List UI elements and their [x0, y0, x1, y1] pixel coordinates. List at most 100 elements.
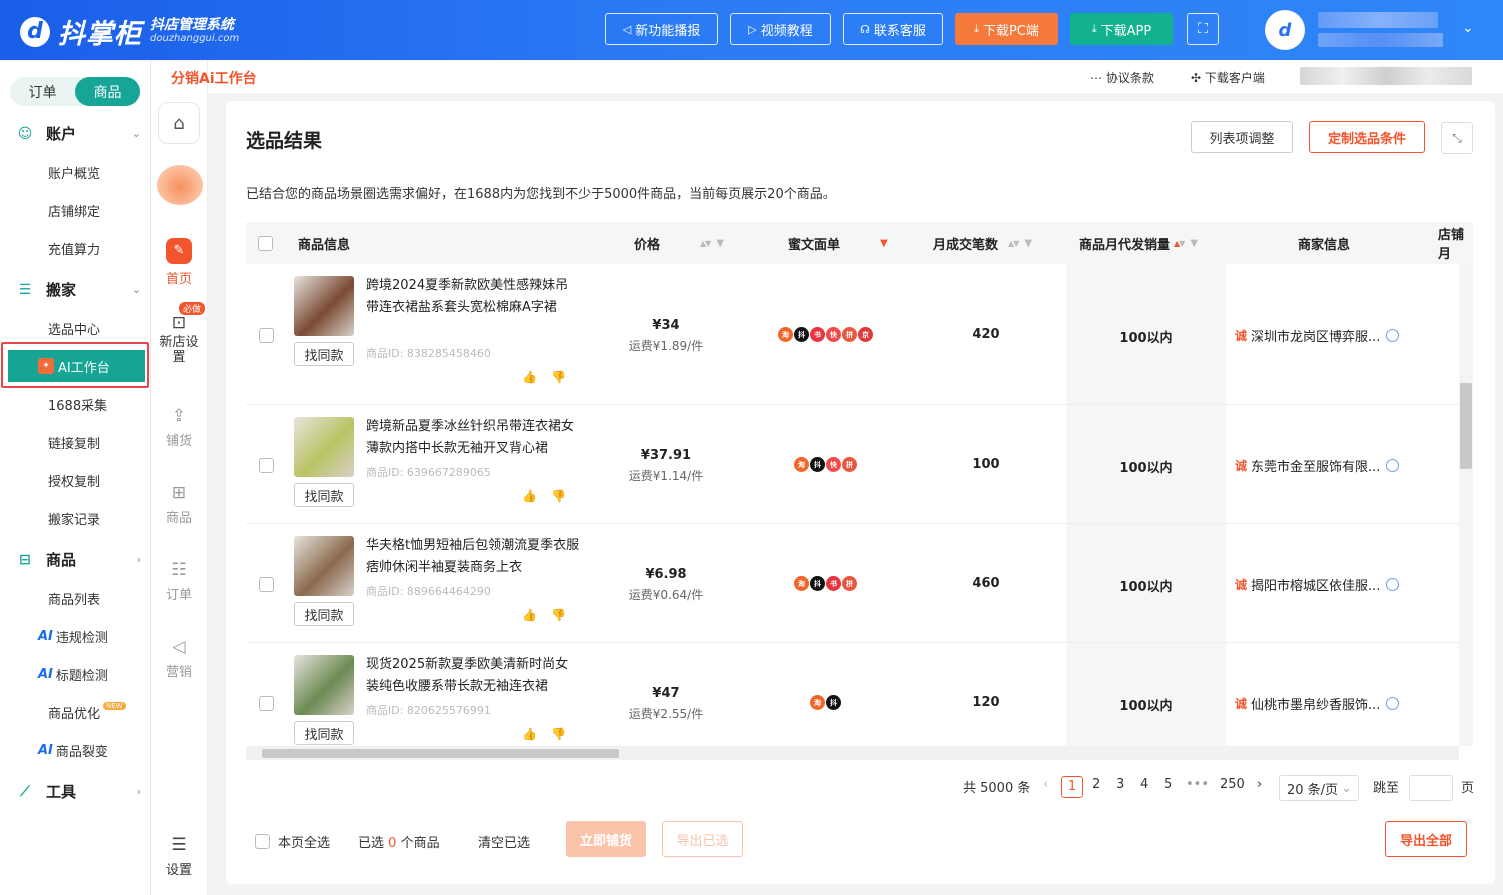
sort-icon[interactable]: ▲▼: [700, 239, 711, 248]
sidebar-item-selection-center[interactable]: 选品中心: [0, 312, 151, 344]
filter-icon[interactable]: ▼: [1190, 238, 1198, 249]
page-size-select[interactable]: 20 条/页 ⌄: [1279, 775, 1359, 801]
product-thumbnail[interactable]: [294, 276, 354, 336]
product-title[interactable]: 现货2025新款夏季欧美清新时尚女装纯色收腰系带长款无袖连衣裙: [366, 654, 581, 698]
col-waybill[interactable]: 蜜文面单 ▼: [788, 222, 888, 264]
page-1[interactable]: 1: [1061, 776, 1083, 798]
rail-item-home[interactable]: ✎ 首页: [157, 238, 201, 287]
sidebar-item-product-optimize[interactable]: 商品优化 NEW: [0, 696, 151, 728]
assistant-mascot[interactable]: [157, 165, 203, 205]
page-4[interactable]: 4: [1140, 777, 1148, 792]
sort-icon[interactable]: ▲▼: [1008, 239, 1019, 248]
rail-item-products[interactable]: ⊞ 商品: [157, 483, 201, 526]
sidebar-item-auth-copy[interactable]: 授权复制: [0, 464, 151, 496]
filter-icon[interactable]: ▼: [880, 238, 888, 249]
row-checkbox[interactable]: [259, 328, 274, 343]
download-client-link[interactable]: ✣ 下载客户端: [1191, 69, 1265, 86]
product-thumbnail[interactable]: [294, 417, 354, 477]
page-3[interactable]: 3: [1116, 777, 1124, 792]
vertical-scrollbar[interactable]: [1459, 264, 1473, 746]
sidebar-item-recharge[interactable]: 充值算力: [0, 232, 151, 264]
select-page-checkbox[interactable]: [255, 834, 270, 849]
rail-item-marketing[interactable]: ◁ 营销: [157, 637, 201, 680]
horizontal-scrollbar[interactable]: [246, 746, 1459, 760]
horizontal-scroll-thumb[interactable]: [262, 749, 619, 758]
download-pc-button[interactable]: ⤓ 下载PC端: [955, 13, 1058, 45]
terms-link[interactable]: ⋯ 协议条款: [1090, 69, 1154, 86]
rail-item-settings[interactable]: ☰ 设置: [157, 835, 201, 878]
tab-orders[interactable]: 订单: [10, 77, 75, 106]
feedback-icons[interactable]: 👍👎: [522, 608, 580, 622]
chat-icon[interactable]: [1386, 578, 1400, 591]
sidebar-item-title-check[interactable]: AI 标题检测: [0, 658, 151, 690]
chevron-down-icon[interactable]: ⌄: [1462, 20, 1474, 36]
export-all-button[interactable]: 导出全部: [1385, 821, 1467, 857]
sort-icon[interactable]: ▲▼: [1174, 239, 1185, 248]
feedback-icons[interactable]: 👍👎: [522, 727, 580, 741]
avatar[interactable]: d: [1265, 10, 1305, 50]
find-same-button[interactable]: 找同款: [294, 602, 354, 626]
sidebar-item-link-copy[interactable]: 链接复制: [0, 426, 151, 458]
page-last[interactable]: 250: [1220, 777, 1245, 792]
product-title[interactable]: 跨境2024夏季新款欧美性感辣妹吊带连衣裙盐系套头宽松棉麻A字裙: [366, 275, 581, 319]
tab-products[interactable]: 商品: [75, 77, 140, 106]
clear-selected-link[interactable]: 清空已选: [478, 832, 530, 851]
find-same-button[interactable]: 找同款: [294, 483, 354, 507]
sidebar-group-products[interactable]: ⊟ 商品 ›: [16, 549, 141, 570]
feedback-icons[interactable]: 👍👎: [522, 489, 580, 503]
product-title[interactable]: 跨境新品夏季冰丝针织吊带连衣裙女薄款内搭中长款无袖开叉背心裙: [366, 416, 581, 460]
sidebar-item-product-fission[interactable]: AI 商品裂变: [0, 734, 151, 766]
chat-icon[interactable]: [1386, 329, 1400, 342]
find-same-button[interactable]: 找同款: [294, 721, 354, 745]
select-all-checkbox[interactable]: [258, 222, 273, 264]
new-features-button[interactable]: ◁ 新功能播报: [605, 13, 718, 45]
sidebar-item-1688-collect[interactable]: 1688采集: [0, 388, 151, 420]
filter-icon[interactable]: ▼: [716, 238, 724, 249]
collapse-icon[interactable]: ⤡: [1441, 122, 1473, 154]
page-2[interactable]: 2: [1092, 777, 1100, 792]
sidebar-item-violation-check[interactable]: AI 违规检测: [0, 620, 151, 652]
list-now-button[interactable]: 立即铺货: [566, 821, 646, 857]
col-monthly-orders[interactable]: 月成交笔数 ▲▼ ▼: [933, 222, 1032, 264]
chat-icon[interactable]: [1386, 459, 1400, 472]
sidebar-group-move[interactable]: ☰ 搬家 ⌄: [16, 279, 141, 300]
next-page-icon[interactable]: ›: [1257, 777, 1262, 792]
merchant-info[interactable]: 诚深圳市龙岗区博弈服...: [1235, 326, 1400, 345]
sidebar-item-move-records[interactable]: 搬家记录: [0, 502, 151, 534]
col-price[interactable]: 价格 ▲▼ ▼: [634, 222, 724, 264]
chat-icon[interactable]: [1386, 697, 1400, 710]
home-icon[interactable]: ⌂: [158, 102, 200, 144]
sidebar-item-ai-workbench[interactable]: ✦ AI工作台: [8, 350, 145, 382]
row-checkbox[interactable]: [259, 577, 274, 592]
merchant-info[interactable]: 诚仙桃市墨帛纱香服饰...: [1235, 694, 1400, 713]
product-thumbnail[interactable]: [294, 655, 354, 715]
prev-page-icon[interactable]: ‹: [1043, 777, 1048, 792]
app-logo[interactable]: d 抖掌柜 抖店管理系统 douzhanggui.com: [20, 12, 239, 51]
fullscreen-icon[interactable]: ⛶: [1187, 13, 1219, 45]
merchant-info[interactable]: 诚揭阳市榕城区依佳服...: [1235, 575, 1400, 594]
select-page-all[interactable]: 本页全选: [255, 832, 330, 851]
rail-item-orders[interactable]: ☷ 订单: [157, 560, 201, 603]
sidebar-item-shop-binding[interactable]: 店铺绑定: [0, 194, 151, 226]
sidebar-group-account[interactable]: ☺ 账户 ⌄: [16, 123, 141, 144]
sidebar-item-account-overview[interactable]: 账户概览: [0, 156, 151, 188]
video-tutorial-button[interactable]: ▷ 视频教程: [730, 13, 831, 45]
contact-support-button[interactable]: ☊ 联系客服: [843, 13, 943, 45]
rail-item-listing[interactable]: ⇪ 铺货: [157, 406, 201, 449]
col-monthly-sales[interactable]: 商品月代发销量 ▲▼ ▼: [1079, 222, 1198, 264]
custom-criteria-button[interactable]: 定制选品条件: [1309, 121, 1425, 153]
sidebar-group-tools[interactable]: ⟋ 工具 ›: [16, 781, 141, 802]
page-5[interactable]: 5: [1164, 777, 1172, 792]
merchant-info[interactable]: 诚东莞市金至服饰有限...: [1235, 456, 1400, 475]
adjust-columns-button[interactable]: 列表项调整: [1191, 121, 1293, 153]
find-same-button[interactable]: 找同款: [294, 342, 354, 366]
jump-page-input[interactable]: [1409, 775, 1453, 801]
rail-item-new-shop-setup[interactable]: ⊡ 新店设置: [157, 315, 201, 366]
page-ellipsis[interactable]: •••: [1186, 777, 1209, 792]
download-app-button[interactable]: ⤓ 下载APP: [1070, 13, 1173, 45]
feedback-icons[interactable]: 👍👎: [522, 370, 580, 384]
sidebar-item-product-list[interactable]: 商品列表: [0, 582, 151, 614]
product-title[interactable]: 华夫格t恤男短袖后包领潮流夏季衣服痞帅休闲半袖夏装商务上衣: [366, 535, 581, 579]
product-thumbnail[interactable]: [294, 536, 354, 596]
row-checkbox[interactable]: [259, 696, 274, 711]
